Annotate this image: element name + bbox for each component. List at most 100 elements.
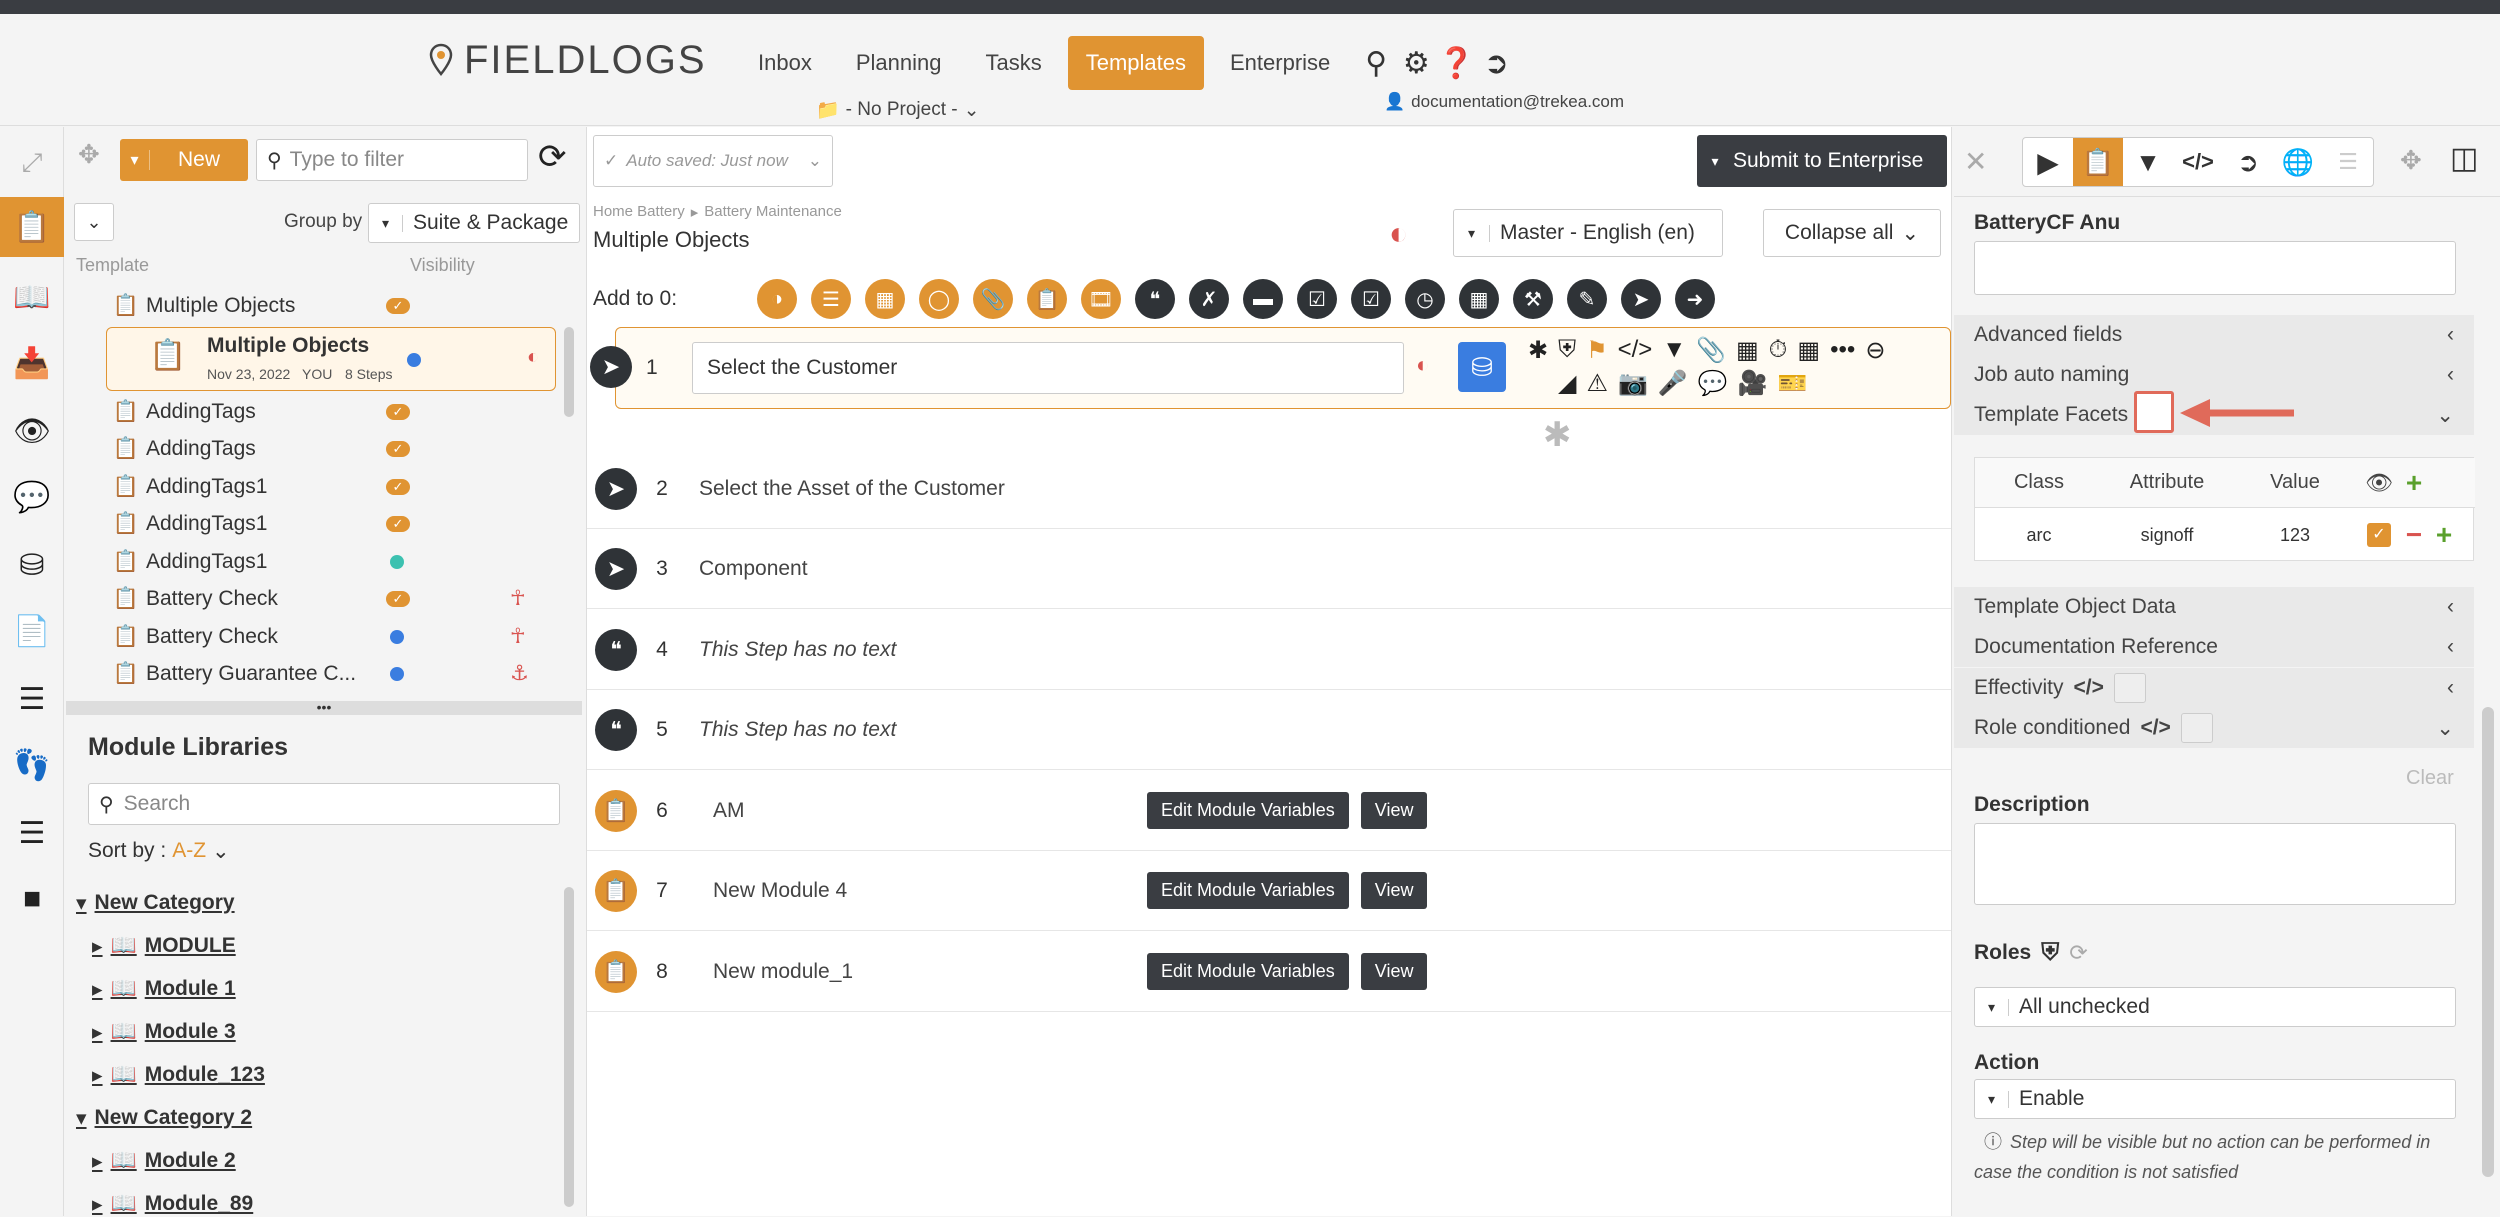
book-icon[interactable]: 📖 xyxy=(0,267,64,327)
database-link-icon[interactable]: ⛁ xyxy=(1458,342,1506,392)
job-auto-naming-section[interactable]: Job auto naming ‹ xyxy=(1954,355,2474,395)
clipboard-icon[interactable]: 📋 xyxy=(1027,279,1067,319)
nav-tasks[interactable]: Tasks xyxy=(967,36,1059,90)
edit-module-variables-button[interactable]: Edit Module Variables xyxy=(1147,792,1349,829)
arrow-right-icon[interactable]: ➜ xyxy=(1675,279,1715,319)
tag-icon[interactable]: ⚑ xyxy=(1586,336,1608,365)
footprints-icon[interactable]: 👣 xyxy=(0,735,64,795)
stopwatch-icon[interactable]: ⏱ xyxy=(1769,336,1788,365)
table-icon[interactable]: ▦ xyxy=(865,279,905,319)
tree-module[interactable]: ▸ 📖 Module 3 xyxy=(92,1020,236,1045)
new-button[interactable]: ▾ New xyxy=(120,139,248,181)
film-icon[interactable]: 🎞 xyxy=(1081,279,1121,319)
tree-module[interactable]: ▸ 📖 Module_123 xyxy=(92,1063,265,1088)
nav-enterprise[interactable]: Enterprise xyxy=(1212,36,1348,90)
code-icon[interactable]: </> xyxy=(1618,336,1653,365)
eye-icon[interactable]: 👁 xyxy=(2359,470,2399,496)
panel-scrollbar[interactable] xyxy=(2482,707,2494,1177)
selected-list-item[interactable]: 📋 Multiple Objects Nov 23, 2022 YOU 8 St… xyxy=(106,327,556,391)
visible-checkbox[interactable]: ✓ xyxy=(2359,523,2399,547)
step-row[interactable]: ➤ 2 Select the Asset of the Customer xyxy=(587,449,1951,529)
clear-button[interactable]: Clear xyxy=(2406,767,2454,790)
field-title-input[interactable] xyxy=(1974,241,2456,295)
action-select[interactable]: ▾ Enable xyxy=(1974,1079,2456,1119)
forward-icon[interactable]: ➲ xyxy=(2223,138,2273,186)
sort-control[interactable]: Sort by : A-Z ⌄ xyxy=(88,839,230,864)
share-icon[interactable]: ➤ xyxy=(1621,279,1661,319)
list-item[interactable]: 📋 Battery Check ✓ ☥ xyxy=(106,580,556,617)
filter-icon[interactable]: ▼ xyxy=(2123,138,2173,186)
filter-icon[interactable]: ▼ xyxy=(1662,336,1686,365)
add-icon[interactable]: + xyxy=(2429,519,2459,551)
asterisk-icon[interactable]: ✱ xyxy=(1528,336,1548,365)
tree-module[interactable]: ▸ 📖 MODULE xyxy=(92,934,236,959)
step-row[interactable]: ❝ 4 This Step has no text xyxy=(587,610,1951,690)
paperclip-icon[interactable]: 📎 xyxy=(1696,336,1726,365)
logout-icon[interactable]: ➲ xyxy=(1476,46,1516,81)
nav-planning[interactable]: Planning xyxy=(838,36,960,90)
move-icon[interactable]: ✥ xyxy=(78,139,100,170)
play-icon[interactable]: ▶ xyxy=(2023,138,2073,186)
edit-module-variables-button[interactable]: Edit Module Variables xyxy=(1147,953,1349,990)
comment-icon[interactable]: 💬 xyxy=(1698,369,1728,398)
refresh-icon[interactable]: ⟳ xyxy=(538,137,567,177)
calculator-icon[interactable]: ▦ xyxy=(1459,279,1499,319)
warning-icon[interactable]: ⚠ xyxy=(1586,369,1608,398)
expand-icon[interactable]: ⤢ xyxy=(0,133,64,193)
attachment-icon[interactable]: 📎 xyxy=(973,279,1013,319)
half-circle-icon[interactable]: ◐ xyxy=(1416,352,1429,378)
microphone-icon[interactable]: 🎤 xyxy=(1658,369,1688,398)
resize-handle[interactable]: ••• xyxy=(66,700,582,715)
advanced-fields-section[interactable]: Advanced fields ‹ xyxy=(1954,315,2474,355)
close-icon[interactable]: ✕ xyxy=(1964,145,1987,178)
language-select[interactable]: ▾ Master - English (en) xyxy=(1453,209,1723,257)
help-icon[interactable]: ❓ xyxy=(1436,46,1476,81)
slope-icon[interactable]: ◢ xyxy=(1558,369,1576,398)
shield-icon[interactable]: ⛨ xyxy=(2041,939,2059,967)
table-row[interactable]: arc signoff 123 ✓ − + xyxy=(1975,510,2475,560)
edit-module-variables-button[interactable]: Edit Module Variables xyxy=(1147,872,1349,909)
module-search[interactable]: ⚲ Search xyxy=(88,783,560,825)
module-scrollbar[interactable] xyxy=(564,887,574,1207)
eye-icon[interactable]: 👁 xyxy=(0,401,64,461)
filter-input[interactable]: ⚲ Type to filter xyxy=(256,139,528,181)
tree-category[interactable]: ▾ New Category 2 xyxy=(76,1106,252,1131)
tree-module[interactable]: ▸ 📖 Module 2 xyxy=(92,1149,236,1174)
template-object-data-section[interactable]: Template Object Data ‹ xyxy=(1954,587,2474,627)
autosave-status[interactable]: ✓ Auto saved: Just now ⌄ xyxy=(593,135,833,187)
square-icon[interactable]: ■ xyxy=(0,869,64,929)
quote-icon[interactable]: ❝ xyxy=(1135,279,1175,319)
view-button[interactable]: View xyxy=(1360,872,1428,909)
step-row[interactable]: ❝ 5 This Step has no text xyxy=(587,690,1951,770)
tree-module[interactable]: ▸ 📖 Module 1 xyxy=(92,977,236,1002)
nav-templates[interactable]: Templates xyxy=(1067,36,1204,90)
list-item[interactable]: 📋 AddingTags ✓ xyxy=(106,430,556,467)
step-row[interactable]: 📋 6 AM Edit Module Variables View xyxy=(587,771,1951,851)
role-checkbox[interactable] xyxy=(2180,713,2213,743)
layers-icon[interactable]: ☰ xyxy=(0,669,64,729)
checkbox-icon[interactable]: ☑ xyxy=(1351,279,1391,319)
documentation-reference-section[interactable]: Documentation Reference ‹ xyxy=(1954,627,2474,667)
list-icon[interactable]: ☰ xyxy=(0,803,64,863)
database-icon[interactable]: ⛁ xyxy=(0,535,64,595)
search-icon[interactable]: ⚲ xyxy=(1356,46,1396,81)
nav-inbox[interactable]: Inbox xyxy=(740,36,830,90)
step-row[interactable]: 📋 7 New Module 4 Edit Module Variables V… xyxy=(587,851,1951,931)
add-icon[interactable]: + xyxy=(2399,467,2429,499)
step-text-input[interactable]: Select the Customer xyxy=(692,342,1404,394)
circle-icon[interactable]: ◯ xyxy=(919,279,959,319)
tree-module[interactable]: ▸ 📖 Module_89 xyxy=(92,1192,253,1217)
cross-check-icon[interactable]: ✗ xyxy=(1189,279,1229,319)
selected-step[interactable]: ➤ 1 Select the Customer ◐ ⛁ ✱ ⛨ ⚑ </> ▼ … xyxy=(590,327,1951,409)
list-scrollbar[interactable] xyxy=(564,327,574,417)
more-icon[interactable]: ••• xyxy=(1830,336,1855,365)
add-panel-icon[interactable]: ◫ xyxy=(2450,141,2478,176)
remove-icon[interactable]: − xyxy=(2399,519,2429,551)
view-button[interactable]: View xyxy=(1360,792,1428,829)
roles-select[interactable]: ▾ All unchecked xyxy=(1974,987,2456,1027)
grid-icon[interactable]: ▦ xyxy=(1736,336,1759,365)
effectivity-checkbox[interactable] xyxy=(2113,673,2146,703)
toggle-icon[interactable]: ◑ xyxy=(757,279,797,319)
step-row[interactable]: 📋 8 New module_1 Edit Module Variables V… xyxy=(587,932,1951,1012)
list-item[interactable]: 📋 AddingTags1 xyxy=(106,543,556,580)
